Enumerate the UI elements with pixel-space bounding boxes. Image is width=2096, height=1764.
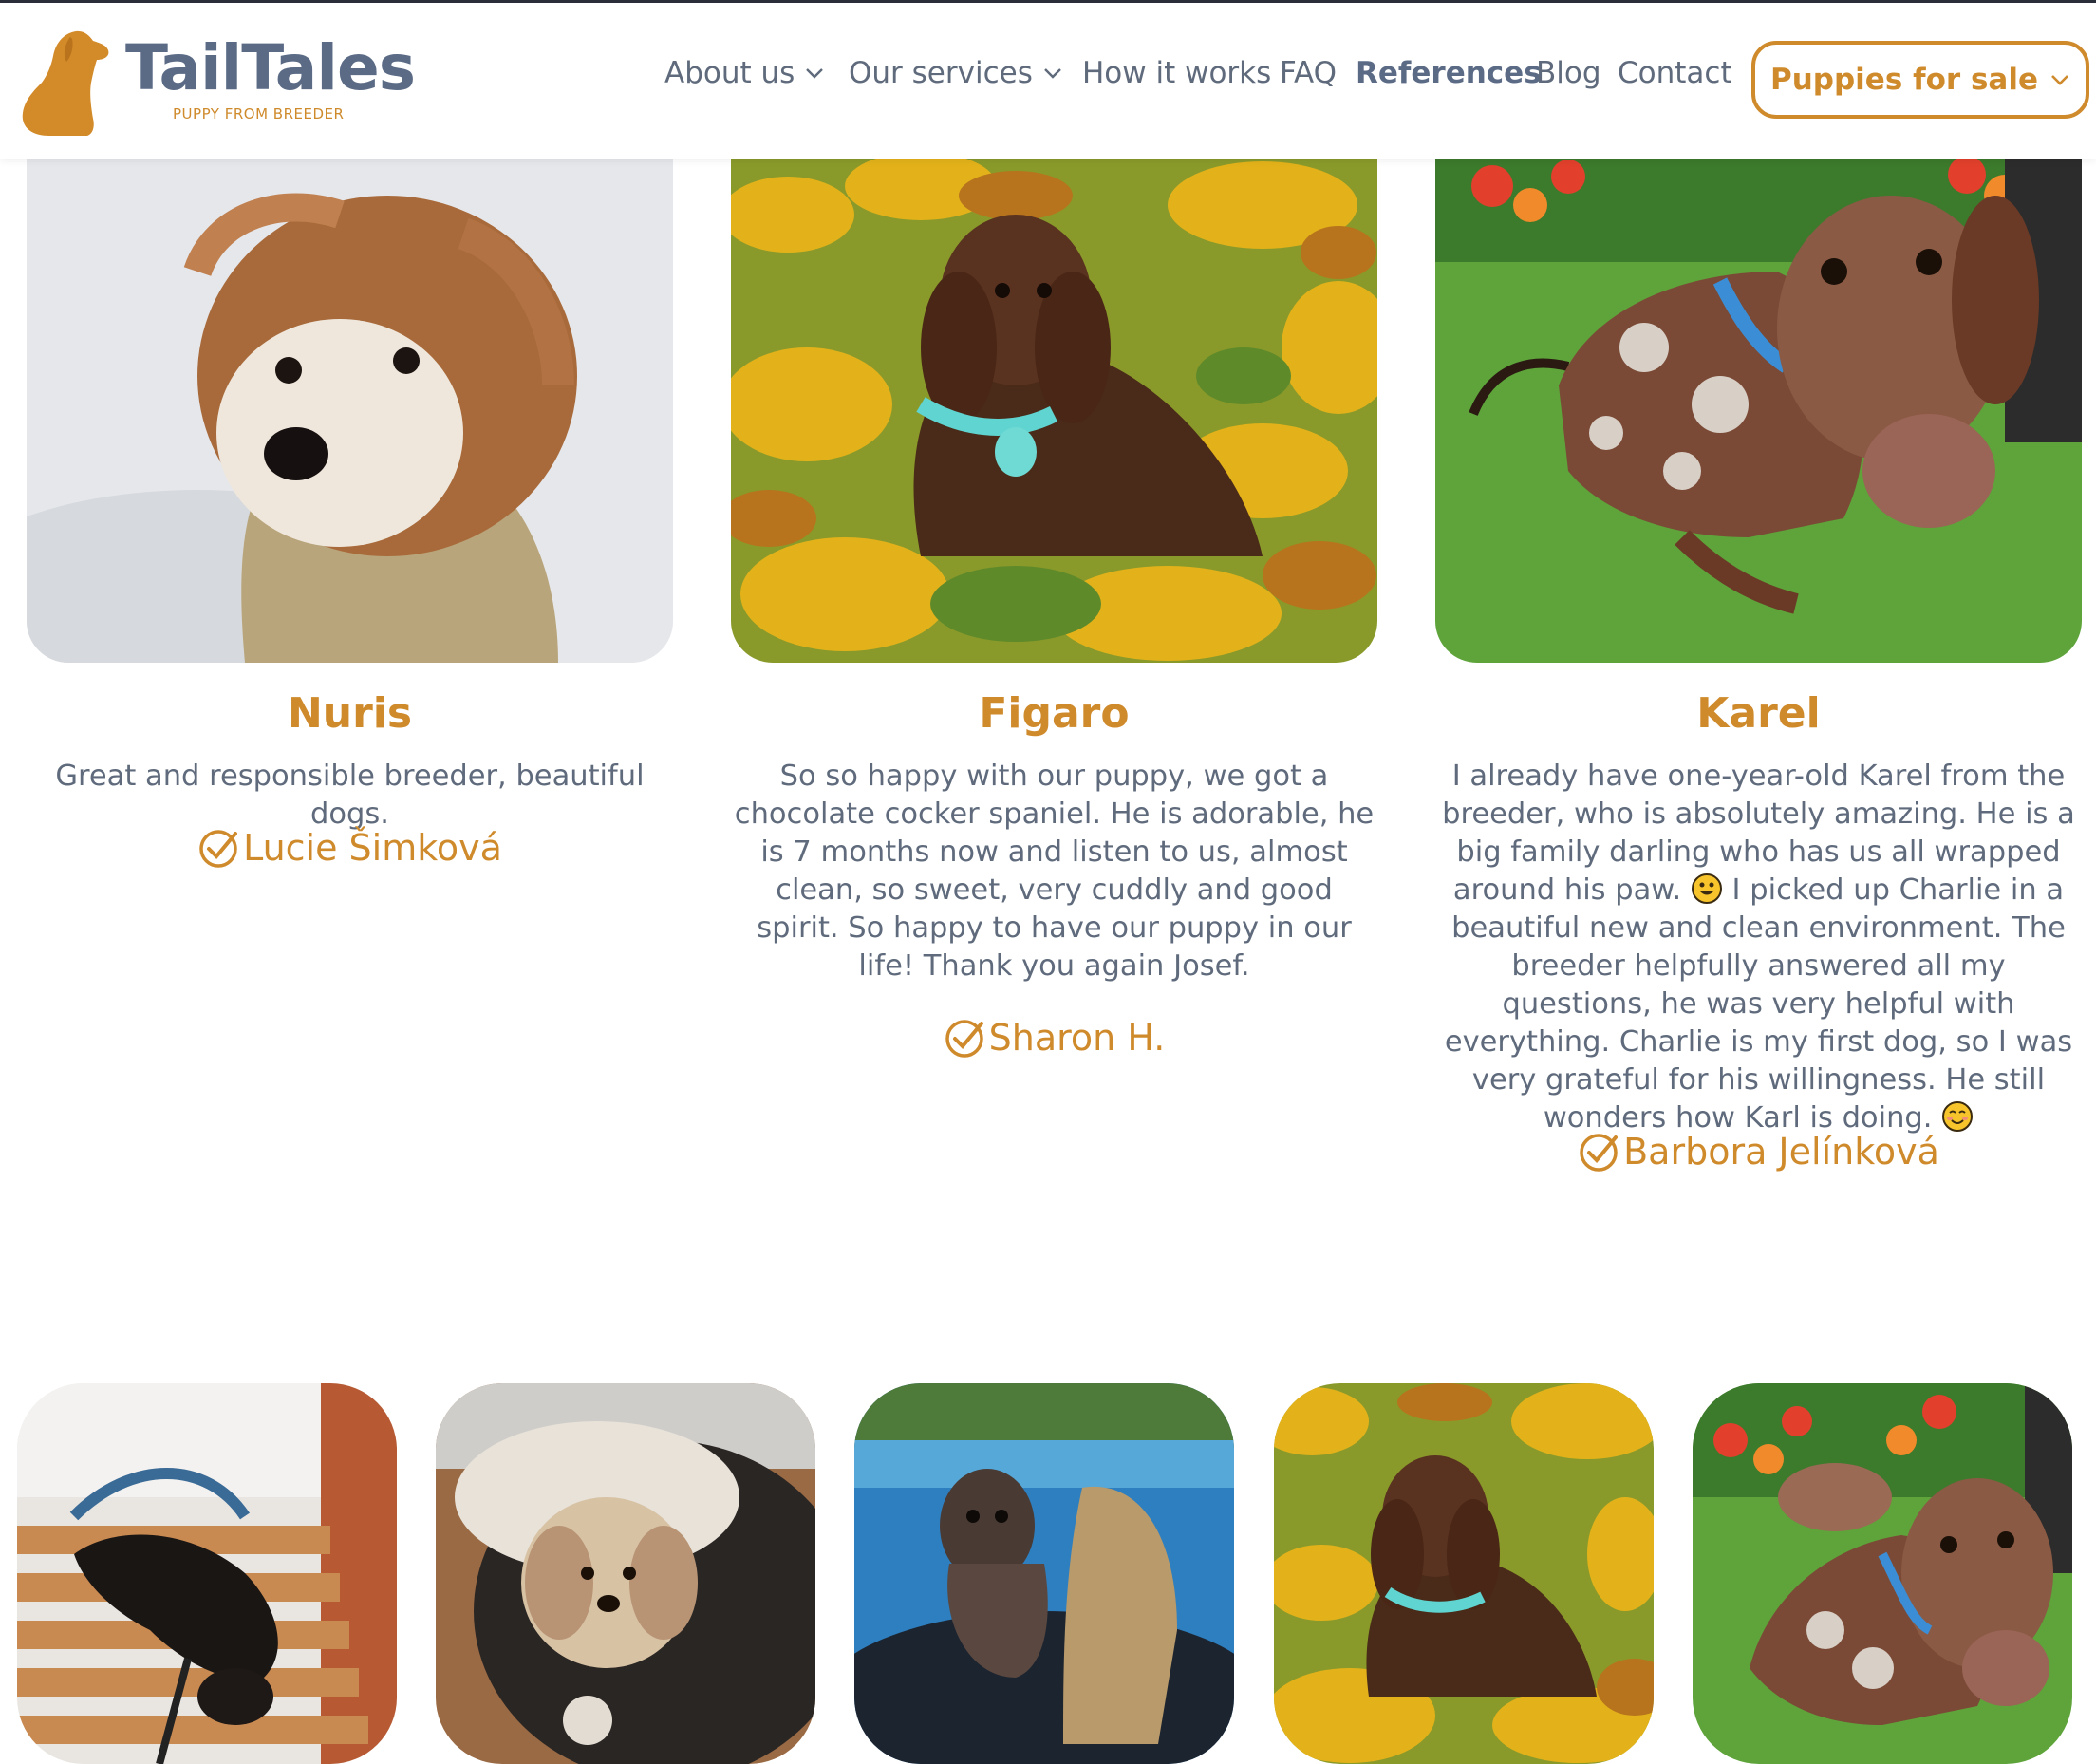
dog-photo xyxy=(731,158,1377,663)
nav-label: References xyxy=(1356,56,1542,90)
dog-photo xyxy=(27,158,673,663)
testimonial-text-part2: I picked up Charlie in a beautiful new a… xyxy=(1444,873,2073,1135)
nav-label: Our services xyxy=(849,56,1033,90)
nav-label: FAQ xyxy=(1280,56,1338,90)
chevron-down-icon xyxy=(2051,75,2068,85)
brand-logo[interactable]: TailTales PUPPY FROM BREEDER xyxy=(13,28,416,141)
nav-item-faq[interactable]: FAQ xyxy=(1280,56,1337,90)
nav-label: Contact xyxy=(1618,56,1732,90)
nav-label: About us xyxy=(664,56,795,90)
terrier-puppy-photo xyxy=(27,158,673,663)
dog-silhouette-icon xyxy=(22,30,109,136)
brand-tagline: PUPPY FROM BREEDER xyxy=(173,105,345,122)
nav-item-our-services[interactable]: Our services xyxy=(849,56,1063,90)
chevron-down-icon xyxy=(806,68,824,79)
nav-item-contact[interactable]: Contact xyxy=(1618,56,1732,90)
gallery-thumbnail[interactable] xyxy=(436,1383,815,1764)
dachshund-in-pool-photo xyxy=(854,1383,1234,1764)
dog-name: Karel xyxy=(1696,689,1821,738)
dog-name: Figaro xyxy=(979,689,1130,738)
verified-check-icon xyxy=(199,830,238,868)
nav-label: Blog xyxy=(1536,56,1601,90)
verified-check-icon xyxy=(1580,1134,1619,1172)
nav-item-blog[interactable]: Blog xyxy=(1536,56,1601,90)
chevron-down-icon xyxy=(1043,68,1061,79)
nav-item-about-us[interactable]: About us xyxy=(664,56,825,90)
cta-label: Puppies for sale xyxy=(1770,63,2038,97)
verified-check-icon xyxy=(945,1020,983,1058)
site-header: TailTales PUPPY FROM BREEDER About us Ou… xyxy=(0,3,2096,159)
author-name: Barbora Jelínková xyxy=(1623,1131,1939,1173)
dog-name: Nuris xyxy=(287,689,413,738)
dapple-dachshund-photo xyxy=(1435,158,2082,663)
grinning-face-icon xyxy=(1691,873,1722,904)
nav-item-references[interactable]: References xyxy=(1356,56,1542,90)
dog-photo xyxy=(1435,158,2082,663)
nav-item-how-it-works[interactable]: How it works xyxy=(1082,56,1271,90)
gallery-thumbnail[interactable] xyxy=(1693,1383,2072,1764)
spaniel-in-leaves-photo xyxy=(1274,1383,1654,1764)
puppies-for-sale-button[interactable]: Puppies for sale xyxy=(1751,41,2089,119)
gallery-thumbnail[interactable] xyxy=(854,1383,1234,1764)
testimonial-author: Sharon H. xyxy=(731,1016,1377,1060)
brand-name: TailTales xyxy=(125,31,416,104)
author-name: Lucie Šimková xyxy=(243,827,502,869)
gallery-thumbnail[interactable] xyxy=(17,1383,397,1764)
testimonial-author: Barbora Jelínková xyxy=(1435,1130,2082,1173)
nav-label: How it works xyxy=(1082,56,1272,90)
smiling-face-icon xyxy=(1942,1101,1974,1132)
testimonial-author: Lucie Šimková xyxy=(27,826,673,870)
testimonial-text: I already have one-year-old Karel from t… xyxy=(1435,758,2082,1137)
puppy-in-fluffy-bed-photo xyxy=(436,1383,815,1764)
author-name: Sharon H. xyxy=(988,1017,1166,1059)
dapple-dachshund-tulips-photo xyxy=(1693,1383,2072,1764)
cocker-spaniel-photo xyxy=(731,158,1377,663)
testimonial-text: So so happy with our puppy, we got a cho… xyxy=(734,760,1375,983)
gallery-thumbnail[interactable] xyxy=(1274,1383,1654,1764)
dachshund-on-wooden-bench-photo xyxy=(17,1383,397,1764)
testimonial-text: Great and responsible breeder, beautiful… xyxy=(55,760,645,831)
